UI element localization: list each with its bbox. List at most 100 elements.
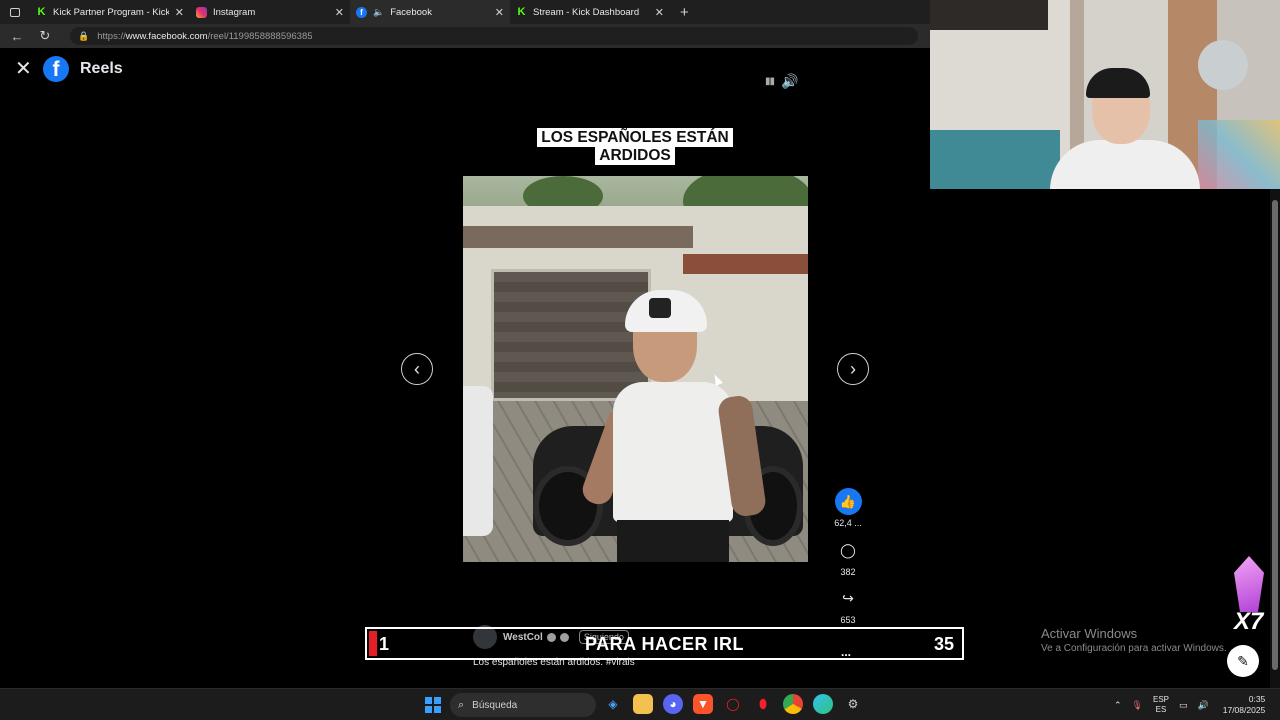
activate-windows-subtitle: Ve a Configuración para activar Windows.	[1041, 643, 1227, 654]
tab-kick-stream[interactable]: K Stream - Kick Dashboard ✕	[510, 0, 670, 24]
webcam-toys	[1198, 120, 1280, 189]
network-icon[interactable]: ▭	[1179, 700, 1188, 711]
taskbar-apps: ◈ ◕ ▼ ◯ ⬮ ⚙	[603, 694, 863, 714]
taskbar-clock[interactable]: 0:35 17/08/2025	[1223, 694, 1266, 716]
edit-icon[interactable]: ✎	[1227, 645, 1259, 677]
settings-icon[interactable]: ⚙	[843, 694, 863, 714]
back-icon[interactable]: ←	[6, 29, 28, 44]
like-count: 62,4 ...	[834, 518, 862, 528]
address-bar-row: ← ↻ 🔒 https://www.facebook.com/reel/1199…	[0, 24, 930, 48]
share-icon: ↪	[842, 590, 854, 606]
windows-taskbar: ⌕ Búsqueda ◈ ◕ ▼ ◯ ⬮ ⚙ ⌃ 🎙 ESP ES ▭ 🔊 0:…	[0, 688, 1280, 720]
tab-actions-icon[interactable]	[0, 0, 30, 24]
speaker-icon[interactable]: 🔊	[1198, 700, 1209, 711]
webcam-feed	[930, 0, 1280, 189]
url-host: www.facebook.com	[125, 30, 208, 42]
discord-icon[interactable]: ◕	[663, 694, 683, 714]
taskbar-search-input[interactable]: ⌕ Búsqueda	[450, 693, 596, 717]
video-person-cap	[625, 290, 707, 332]
tab-close-icon[interactable]: ✕	[655, 6, 664, 19]
reel-caption: LOS ESPAÑOLES ESTÁN ARDIDOS	[528, 128, 742, 165]
scrollbar-thumb[interactable]	[1272, 200, 1278, 670]
microphone-icon[interactable]: 🎙	[1132, 700, 1143, 711]
tab-instagram[interactable]: Instagram ✕	[190, 0, 350, 24]
video-roof	[683, 254, 808, 274]
widgets-icon[interactable]: ◈	[603, 694, 623, 714]
speaker-icon[interactable]: 🔈	[373, 7, 384, 18]
video-person	[578, 290, 768, 562]
like-button[interactable]: 👍 62,4 ...	[828, 488, 868, 528]
lock-icon[interactable]: 🔒	[78, 31, 89, 42]
language-top: ESP	[1152, 695, 1169, 704]
tab-title: Stream - Kick Dashboard	[533, 6, 640, 18]
edge-icon[interactable]	[813, 694, 833, 714]
comment-button[interactable]: ◯ 382	[828, 537, 868, 577]
video-roof	[463, 226, 693, 248]
taskbar-search-placeholder: Búsqueda	[472, 699, 518, 711]
screen: K Kick Partner Program - Kick Dash ✕ Ins…	[0, 0, 1280, 720]
tab-kick-partner[interactable]: K Kick Partner Program - Kick Dash ✕	[30, 0, 190, 24]
webcam-bed-sheet	[930, 130, 1060, 189]
stream-goal-overlay: 1 PARA HACER IRL 35	[365, 627, 964, 660]
tab-title: Instagram	[213, 6, 256, 18]
windows-start-icon[interactable]	[425, 697, 441, 713]
webcam-streamer	[1050, 66, 1200, 189]
brave-icon[interactable]: ▼	[693, 694, 713, 714]
chrome-icon[interactable]	[783, 694, 803, 714]
close-icon[interactable]: ✕	[15, 59, 32, 79]
thumbs-up-icon: 👍	[834, 488, 862, 515]
language-indicator[interactable]: ESP ES	[1153, 695, 1169, 715]
chevron-up-icon[interactable]: ⌃	[1114, 700, 1122, 711]
tab-close-icon[interactable]: ✕	[175, 6, 184, 19]
video-car	[463, 386, 493, 536]
comment-count: 382	[840, 567, 856, 577]
browser-tab-bar: K Kick Partner Program - Kick Dash ✕ Ins…	[0, 0, 930, 24]
file-explorer-icon[interactable]	[633, 694, 653, 714]
overlay-center-text: PARA HACER IRL	[585, 634, 744, 654]
tab-title: Kick Partner Program - Kick Dash	[53, 6, 169, 18]
pause-icon[interactable]: ▮▮	[765, 76, 775, 87]
overlay-right-number: 35	[933, 634, 954, 654]
language-bottom: ES	[1155, 705, 1167, 714]
url-prefix: https://	[97, 30, 126, 42]
webcam-cap	[1086, 68, 1150, 98]
tab-close-icon[interactable]: ✕	[335, 6, 344, 19]
tab-title: Facebook	[390, 6, 432, 18]
chevron-left-icon: ‹	[414, 359, 420, 379]
facebook-logo[interactable]: f	[43, 56, 69, 82]
kick-icon: K	[37, 6, 46, 18]
opera-gx-icon[interactable]: ◯	[723, 694, 743, 714]
clock-time: 0:35	[1248, 694, 1266, 704]
page-title: Reels	[80, 60, 123, 77]
next-reel-button[interactable]: ›	[837, 353, 869, 385]
tab-close-icon[interactable]: ✕	[495, 6, 504, 19]
x7-text: X7	[1234, 608, 1264, 635]
clock-date: 17/08/2025	[1222, 705, 1266, 715]
previous-reel-button[interactable]: ‹	[401, 353, 433, 385]
more-options-button[interactable]: ...	[841, 645, 851, 659]
opera-icon[interactable]: ⬮	[753, 694, 773, 714]
reload-icon[interactable]: ↻	[34, 28, 56, 44]
kick-icon: K	[517, 6, 526, 18]
chevron-right-icon: ›	[850, 359, 856, 379]
video-person-shirt	[613, 382, 733, 522]
reel-video[interactable]	[463, 176, 808, 562]
share-count: 653	[840, 615, 856, 625]
activate-windows-title: Activar Windows	[1041, 626, 1138, 641]
x7-badge: X7	[1228, 556, 1266, 638]
share-button[interactable]: ↪ 653	[828, 585, 868, 625]
url-path: /reel/1199858888596385	[207, 30, 313, 42]
volume-icon[interactable]: 🔊	[781, 73, 798, 90]
gem-icon	[1234, 556, 1264, 612]
url-input[interactable]: 🔒 https://www.facebook.com/reel/11998588…	[70, 27, 918, 45]
new-tab-button[interactable]: +	[680, 4, 689, 21]
comment-icon: ◯	[840, 542, 856, 558]
facebook-icon: f	[356, 6, 367, 18]
instagram-icon	[196, 6, 207, 18]
search-icon: ⌕	[458, 698, 465, 711]
video-person-legs	[617, 520, 729, 562]
tab-facebook[interactable]: f 🔈 Facebook ✕	[350, 0, 510, 24]
system-tray: ⌃ 🎙 ESP ES ▭ 🔊 0:35 17/08/2025	[1114, 689, 1265, 720]
webcam-shirt	[1050, 140, 1200, 189]
webcam-balloon	[1198, 40, 1248, 90]
